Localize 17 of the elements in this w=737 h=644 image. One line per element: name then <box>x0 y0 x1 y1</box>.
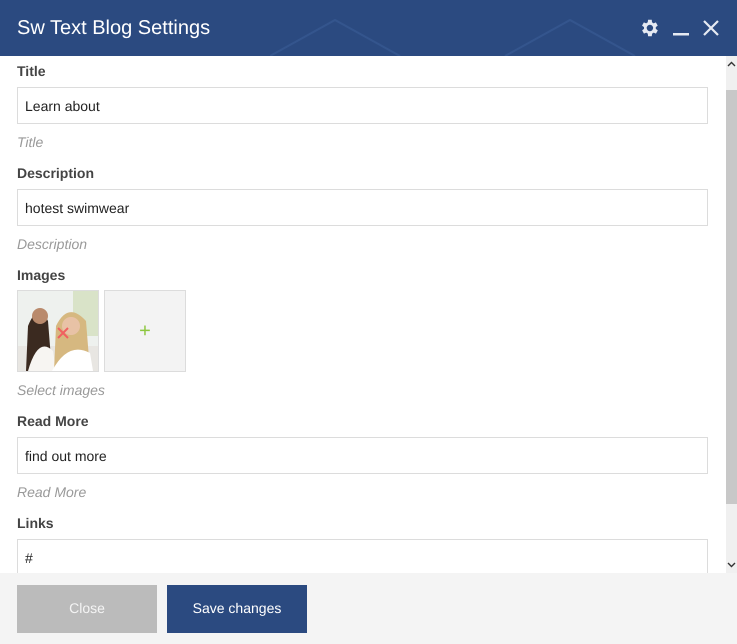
hint-text: Read More <box>17 483 88 502</box>
hint-text: Title <box>17 133 44 152</box>
scroll-up-icon[interactable] <box>727 60 736 69</box>
input-field[interactable]: Learn about <box>17 87 708 124</box>
save-button[interactable]: Save changes <box>167 584 307 632</box>
field-label: Description <box>17 164 96 183</box>
hint-text: Description <box>17 235 88 254</box>
close-icon[interactable] <box>702 19 720 37</box>
field-label: Read More <box>17 412 90 431</box>
window-title: Sw Text Blog Settings <box>17 16 210 41</box>
input-field[interactable]: find out more <box>17 437 708 474</box>
hint-text: Select images <box>17 381 106 400</box>
field-label: Links <box>17 514 55 533</box>
input-field[interactable]: hotest swimwear <box>17 189 708 226</box>
field-label: Title <box>17 62 47 81</box>
scroll-down-icon[interactable] <box>727 560 736 569</box>
field-label: Images <box>17 266 66 285</box>
